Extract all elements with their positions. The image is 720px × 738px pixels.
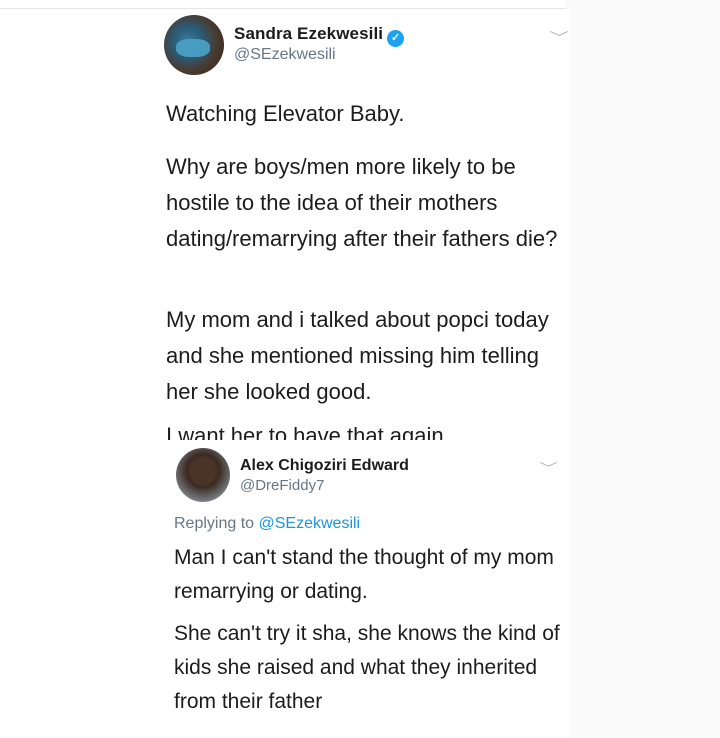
tweet-text-paragraph: She can't try it sha, she knows the kind… [174,622,560,713]
author-name[interactable]: Alex Chigoziri Edward [240,457,409,475]
avatar[interactable] [164,15,224,75]
verified-badge-icon: ✓ [387,30,405,47]
author-handle[interactable]: @SEzekwesili [234,46,336,64]
tweet-text-paragraph: Man I can't stand the thought of my mom … [174,546,554,603]
author-name[interactable]: Sandra Ezekwesili ✓ [234,24,405,47]
chevron-down-icon[interactable]: ﹀ [549,28,569,48]
background-panel [566,0,720,738]
tweet-text-paragraph: My mom and i talked about popci today an… [166,307,549,404]
tweet-text-paragraph: Why are boys/men more likely to be hosti… [166,154,558,251]
author-handle[interactable]: @DreFiddy7 [240,477,324,494]
author-name-text[interactable]: Sandra Ezekwesili [234,24,383,43]
tweet-text-paragraph: Watching Elevator Baby. [166,101,405,126]
replying-to-label: Replying to [174,515,255,532]
face-graphic [192,460,214,486]
avatar[interactable] [176,448,230,502]
original-tweet[interactable]: Sandra Ezekwesili ✓ @SEzekwesili ﹀ Watchi… [150,10,570,460]
face-mask-graphic [176,39,210,57]
mention-link[interactable]: @SEzekwesili [259,515,361,532]
replying-to-line: Replying to @SEzekwesili [174,515,360,533]
chevron-down-icon[interactable]: ﹀ [539,458,557,477]
reply-tweet[interactable]: Alex Chigoziri Edward @DreFiddy7 ﹀ Reply… [150,440,570,738]
